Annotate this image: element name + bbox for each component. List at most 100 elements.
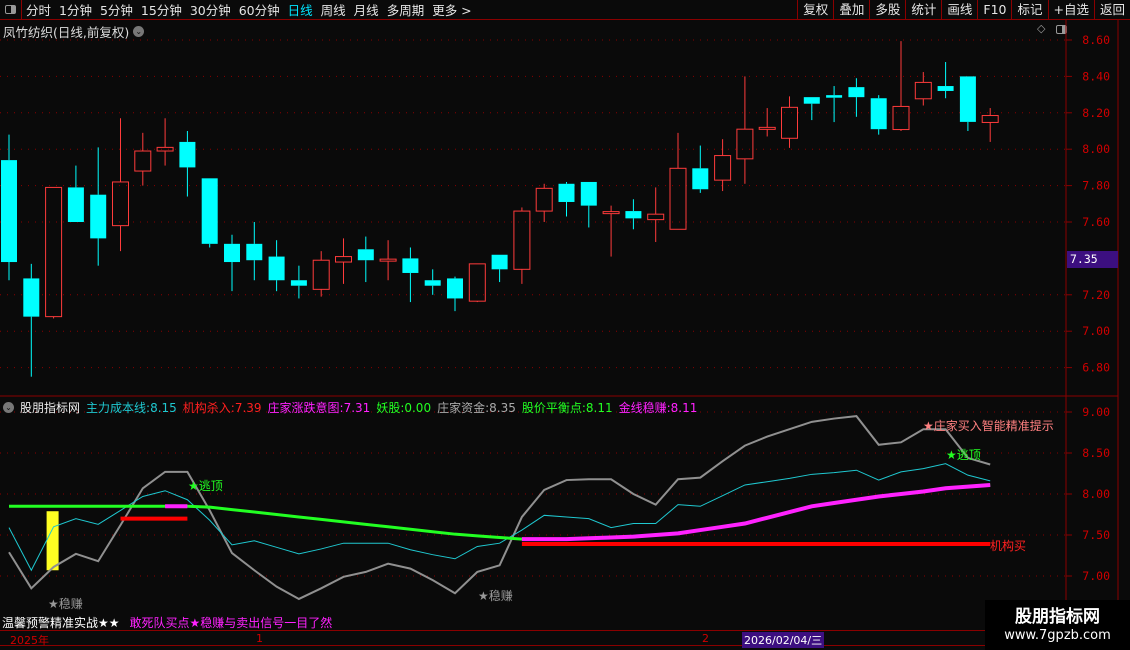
candle-up xyxy=(468,263,486,302)
candle-up xyxy=(758,126,776,130)
candle-down xyxy=(23,278,40,317)
bottom-caption: 温馨预警精准实战★★ 敢死队买点★稳赚与卖出信号一目了然 xyxy=(2,614,332,631)
readout-label: 主力成本线: xyxy=(86,401,151,415)
readout-label: 庄家涨跌意图: xyxy=(267,401,344,415)
candle-down xyxy=(959,76,976,122)
candle-up xyxy=(112,181,129,227)
time-axis[interactable]: 2025年 1 2 2026/02/04/三 xyxy=(0,630,985,648)
indicator-name: 股朋指标网 xyxy=(20,401,81,415)
indicator-tick-label: 7.50 xyxy=(1082,528,1110,542)
golden-line-segment xyxy=(521,482,991,542)
candle-down xyxy=(826,95,843,98)
candle-down xyxy=(246,243,263,261)
indicator-tick-label: 7.00 xyxy=(1082,569,1110,583)
candle-down xyxy=(402,258,419,273)
candle-down xyxy=(803,97,820,104)
candle-up xyxy=(335,256,352,263)
candle-up xyxy=(647,213,665,221)
caption-left: 温馨预警精准实战★★ xyxy=(2,616,120,630)
candle-up xyxy=(669,167,687,230)
readout-label: 金线稳赚: xyxy=(618,401,671,415)
watermark-name: 股朋指标网 xyxy=(1015,607,1100,627)
candle-down xyxy=(179,141,196,168)
price-tick-label: 8.60 xyxy=(1082,33,1110,47)
candle-down xyxy=(201,178,218,244)
institution-buy-label: 机构买 xyxy=(990,539,1027,553)
readout-value: 7.31 xyxy=(343,401,371,415)
indicator-tick-label: 8.00 xyxy=(1082,487,1110,501)
price-tick-label: 8.20 xyxy=(1082,106,1110,120)
candle-up xyxy=(134,150,152,172)
escape-top-label: ★逃顶 xyxy=(946,448,981,462)
indicator-readout: 金线稳赚:8.11 xyxy=(619,399,698,416)
candle-down xyxy=(580,181,597,206)
price-tick-label: 6.80 xyxy=(1082,361,1110,375)
readout-label: 机构杀入: xyxy=(182,401,235,415)
candle-down xyxy=(357,249,374,261)
candle-down xyxy=(848,87,865,98)
readout-label: 股价平衡点: xyxy=(521,401,586,415)
indicator-readout: 主力成本线:8.15 xyxy=(86,399,177,416)
steady-gain-label: ★稳赚 xyxy=(478,589,513,603)
price-tick-label: 7.60 xyxy=(1082,215,1110,229)
candle-up xyxy=(45,186,63,318)
candle-up xyxy=(981,115,999,123)
candle-down xyxy=(870,98,887,130)
candle-down xyxy=(290,280,307,286)
readout-value: 8.15 xyxy=(150,401,177,415)
candle-down xyxy=(268,256,285,281)
candle-up xyxy=(513,210,531,270)
month-label: 1 xyxy=(256,632,263,645)
candle-up xyxy=(736,128,754,160)
price-tick-label: 7.00 xyxy=(1082,324,1110,338)
indicator-readout: 妖股:0.00 xyxy=(376,399,431,416)
year-label: 2025年 xyxy=(10,634,49,647)
current-price-marker: 7.35 xyxy=(1067,251,1118,268)
candle-down xyxy=(90,194,107,239)
indicator-tick-label: 9.00 xyxy=(1082,405,1110,419)
candle-up xyxy=(312,259,330,290)
candle-down xyxy=(937,86,954,91)
price-tick-label: 8.40 xyxy=(1082,69,1110,83)
indicator-readout: 庄家资金:8.35 xyxy=(437,399,516,416)
readout-value: 7.39 xyxy=(234,401,262,415)
indicator-readout: 庄家涨跌意图:7.31 xyxy=(268,399,371,416)
candle-up xyxy=(714,155,732,181)
price-tick-label: 7.20 xyxy=(1082,288,1110,302)
readout-value: 8.11 xyxy=(585,401,613,415)
indicator-header: ⌄ 股朋指标网 主力成本线:8.15 机构杀入:7.39 庄家涨跌意图:7.31 妖股… xyxy=(3,399,697,416)
watermark-url: www.7gpzb.com xyxy=(1004,628,1111,643)
candle-up xyxy=(602,211,620,215)
watermark-logo: 股朋指标网 www.7gpzb.com xyxy=(985,600,1130,650)
candle-up xyxy=(914,81,932,100)
chevron-down-icon[interactable]: ⌄ xyxy=(3,402,14,413)
candle-down xyxy=(447,278,463,299)
escape-top-label: ★逃顶 xyxy=(188,479,223,493)
steady-gain-label: ★稳赚 xyxy=(48,597,83,611)
candle-up xyxy=(379,258,397,262)
candle-up xyxy=(892,105,910,131)
readout-label: 妖股: xyxy=(376,401,405,415)
chart-canvas[interactable]: 8.60 8.40 8.20 8.00 7.80 7.60 7.20 7.00 6.80 9.00… xyxy=(0,0,1130,650)
readout-value: 8.35 xyxy=(489,401,516,415)
candle-down xyxy=(424,280,441,286)
banker-buy-label: ★庄家买入智能精准提示 xyxy=(923,419,1054,433)
readout-value: 0.00 xyxy=(404,401,432,415)
indicator-tick-label: 8.50 xyxy=(1082,446,1110,460)
candle-down xyxy=(67,187,84,222)
readout-value: 8.11 xyxy=(670,401,698,415)
price-tick-label: 7.80 xyxy=(1082,179,1110,193)
candle-down xyxy=(625,211,642,219)
candle-up xyxy=(535,187,553,212)
month-label: 2 xyxy=(702,632,709,645)
candle-down xyxy=(692,168,709,190)
price-tick-label: 8.00 xyxy=(1082,142,1110,156)
caption-right: 敢死队买点★稳赚与卖出信号一目了然 xyxy=(129,616,333,630)
indicator-readout: 股价平衡点:8.11 xyxy=(522,399,613,416)
cursor-date: 2026/02/04/三 xyxy=(742,632,825,648)
candle-down xyxy=(491,254,508,270)
indicator-readout: 机构杀入:7.39 xyxy=(183,399,262,416)
candle-up xyxy=(156,146,174,152)
candle-up xyxy=(781,106,798,139)
candle-down xyxy=(558,183,575,202)
